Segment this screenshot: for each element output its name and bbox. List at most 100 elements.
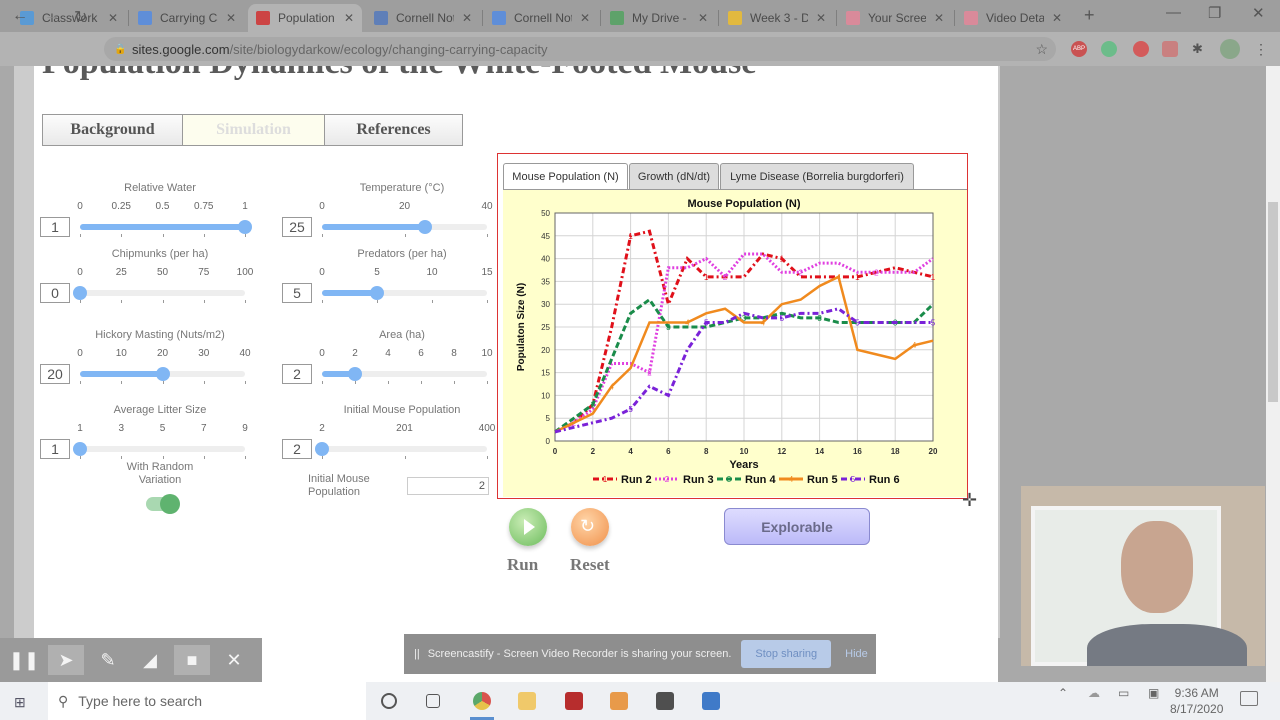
close-window-button[interactable]: ✕: [1252, 4, 1265, 22]
cursor-icon[interactable]: ➤: [48, 645, 84, 675]
slider-thumb[interactable]: [238, 220, 252, 234]
page-scrollbar[interactable]: [1266, 66, 1280, 682]
browser-tab[interactable]: Carrying Ca ✕: [130, 4, 244, 32]
netflix-icon[interactable]: [565, 692, 583, 710]
run-label[interactable]: Run: [507, 555, 538, 575]
browser-tab[interactable]: Cornell Not ✕: [484, 4, 598, 32]
slider-track[interactable]: [73, 286, 246, 303]
minimize-button[interactable]: —: [1166, 4, 1181, 21]
hide-button[interactable]: Hide: [845, 648, 868, 660]
store-icon[interactable]: [656, 692, 674, 710]
slider-value-box[interactable]: 25: [282, 217, 312, 237]
initial-population-input[interactable]: [407, 477, 489, 495]
slider-thumb[interactable]: [315, 442, 329, 456]
slider-value-box[interactable]: 1: [40, 439, 70, 459]
windows-start-icon[interactable]: ⊞: [14, 694, 26, 711]
pen-icon[interactable]: ✎: [90, 645, 126, 675]
forward-button[interactable]: →: [44, 7, 60, 25]
tab-close-icon[interactable]: ✕: [698, 11, 708, 25]
run-button[interactable]: [509, 508, 547, 546]
browser-tab[interactable]: My Drive - ✕: [602, 4, 716, 32]
chart-tab-growth[interactable]: Growth (dN/dt): [629, 163, 719, 189]
slider-track[interactable]: [322, 286, 488, 303]
slider-tick-mark: [355, 381, 356, 384]
media-player-icon[interactable]: [610, 692, 628, 710]
drag-handle-icon[interactable]: ||: [414, 648, 420, 660]
chart-tab-mouse-population[interactable]: Mouse Population (N): [503, 163, 628, 190]
extension-icon[interactable]: [1101, 41, 1117, 57]
back-button[interactable]: ←: [12, 7, 28, 25]
slider-value-box[interactable]: 20: [40, 364, 70, 384]
chrome-taskbar-icon[interactable]: [473, 692, 491, 710]
browser-tab[interactable]: Classwork f ✕: [12, 4, 126, 32]
profile-avatar[interactable]: [1220, 39, 1240, 59]
reload-button[interactable]: ↻: [74, 7, 87, 27]
task-view-icon[interactable]: [426, 694, 440, 708]
show-hidden-icons-chevron[interactable]: ⌃: [1058, 686, 1068, 700]
slider-value-box[interactable]: 2: [282, 439, 312, 459]
browser-tab[interactable]: Cornell Not ✕: [366, 4, 480, 32]
extensions-puzzle-icon[interactable]: ✱: [1192, 41, 1208, 57]
tab-close-icon[interactable]: ✕: [1052, 11, 1062, 25]
action-center-icon[interactable]: [1240, 691, 1258, 706]
reset-button[interactable]: ↻: [571, 508, 609, 546]
slider-track[interactable]: [322, 367, 488, 384]
taskbar-search[interactable]: ⚲ Type here to search: [48, 682, 366, 720]
tab-close-icon[interactable]: ✕: [344, 11, 354, 25]
highlighter-icon[interactable]: ◢: [132, 645, 168, 675]
camera-icon[interactable]: ■: [174, 645, 210, 675]
battery-icon[interactable]: ▭: [1118, 686, 1129, 700]
slider-thumb[interactable]: [370, 286, 384, 300]
stop-sharing-button[interactable]: Stop sharing: [741, 640, 832, 668]
nav-tab-references[interactable]: References: [324, 114, 463, 146]
scrollbar-thumb[interactable]: [1268, 202, 1278, 402]
extension-icon[interactable]: [1133, 41, 1149, 57]
screencastify-extension-icon[interactable]: [1162, 41, 1178, 57]
slider-value-box[interactable]: 2: [282, 364, 312, 384]
slider-tick-mark: [203, 234, 205, 237]
slider-thumb[interactable]: [73, 286, 87, 300]
new-tab-button[interactable]: +: [1084, 5, 1095, 26]
random-variation-toggle[interactable]: [146, 494, 180, 514]
outlook-icon[interactable]: [702, 692, 720, 710]
taskbar-clock[interactable]: 9:36 AM 8/17/2020: [1170, 685, 1223, 717]
slider-track[interactable]: [315, 442, 488, 459]
browser-tab[interactable]: Your Screen ✕: [838, 4, 952, 32]
slider-thumb[interactable]: [348, 367, 362, 381]
nav-tab-background[interactable]: Background: [42, 114, 183, 146]
slider-track[interactable]: [80, 367, 246, 384]
adblock-extension-icon[interactable]: ABP: [1071, 41, 1087, 57]
chart-tab-lyme-disease[interactable]: Lyme Disease (Borrelia burgdorferi): [720, 163, 914, 189]
onedrive-error-icon[interactable]: ☁: [1088, 686, 1100, 700]
browser-tab[interactable]: Week 3 - D ✕: [720, 4, 834, 32]
tab-close-icon[interactable]: ✕: [580, 11, 590, 25]
pause-icon[interactable]: ❚❚: [6, 645, 42, 675]
bookmark-star-icon[interactable]: ☆: [1035, 41, 1048, 58]
network-icon[interactable]: ▣: [1148, 686, 1159, 700]
reset-label[interactable]: Reset: [570, 555, 610, 575]
tab-close-icon[interactable]: ✕: [108, 11, 118, 25]
nav-tab-simulation[interactable]: Simulation: [182, 114, 325, 146]
browser-tab[interactable]: Video Deta ✕: [956, 4, 1070, 32]
slider-track[interactable]: [73, 442, 246, 459]
slider-thumb[interactable]: [155, 367, 170, 381]
slider-track[interactable]: [80, 220, 252, 237]
tab-close-icon[interactable]: ✕: [462, 11, 472, 25]
explorable-button[interactable]: Explorable: [724, 508, 870, 545]
file-explorer-icon[interactable]: [518, 692, 536, 710]
maximize-button[interactable]: ❐: [1208, 4, 1221, 22]
close-icon[interactable]: ✕: [216, 645, 252, 675]
tab-close-icon[interactable]: ✕: [934, 11, 944, 25]
tab-close-icon[interactable]: ✕: [816, 11, 826, 25]
slider-thumb[interactable]: [73, 442, 87, 456]
slider-track[interactable]: [322, 220, 488, 237]
slider-value-box[interactable]: 0: [40, 283, 70, 303]
cortana-icon[interactable]: [381, 693, 397, 709]
browser-tab[interactable]: Population ✕: [248, 4, 362, 32]
slider-value-box[interactable]: 1: [40, 217, 70, 237]
slider-value-box[interactable]: 5: [282, 283, 312, 303]
menu-kebab-icon[interactable]: ⋮: [1254, 41, 1270, 57]
tab-close-icon[interactable]: ✕: [226, 11, 236, 25]
address-bar[interactable]: 🔒 sites.google.com /site/biologydarkow/e…: [104, 37, 1056, 61]
toggle-knob[interactable]: [160, 494, 180, 514]
